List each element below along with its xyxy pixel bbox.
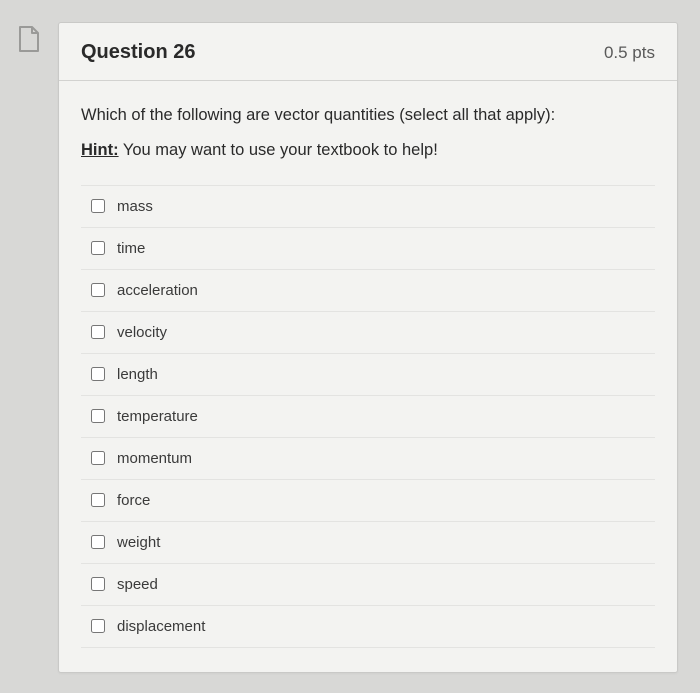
option-checkbox[interactable] <box>91 241 105 255</box>
option-label: mass <box>117 198 153 215</box>
option-label: velocity <box>117 324 167 341</box>
option-row[interactable]: displacement <box>81 606 655 648</box>
option-label: force <box>117 492 150 509</box>
option-label: time <box>117 240 145 257</box>
option-checkbox[interactable] <box>91 451 105 465</box>
question-points: 0.5 pts <box>604 43 655 63</box>
question-header: Question 26 0.5 pts <box>59 23 677 81</box>
option-checkbox[interactable] <box>91 367 105 381</box>
option-row[interactable]: weight <box>81 522 655 564</box>
option-checkbox[interactable] <box>91 619 105 633</box>
option-checkbox[interactable] <box>91 493 105 507</box>
option-row[interactable]: mass <box>81 186 655 228</box>
option-checkbox[interactable] <box>91 325 105 339</box>
option-label: displacement <box>117 618 205 635</box>
option-checkbox[interactable] <box>91 577 105 591</box>
option-label: acceleration <box>117 282 198 299</box>
option-row[interactable]: length <box>81 354 655 396</box>
option-label: temperature <box>117 408 198 425</box>
question-card: Question 26 0.5 pts Which of the followi… <box>58 22 678 673</box>
option-checkbox[interactable] <box>91 535 105 549</box>
option-row[interactable]: force <box>81 480 655 522</box>
option-label: speed <box>117 576 158 593</box>
option-checkbox[interactable] <box>91 409 105 423</box>
option-row[interactable]: temperature <box>81 396 655 438</box>
option-checkbox[interactable] <box>91 283 105 297</box>
option-row[interactable]: velocity <box>81 312 655 354</box>
hint-text: You may want to use your textbook to hel… <box>119 141 438 159</box>
option-label: length <box>117 366 158 383</box>
option-row[interactable]: speed <box>81 564 655 606</box>
option-checkbox[interactable] <box>91 199 105 213</box>
hint-label: Hint: <box>81 141 119 159</box>
question-hint: Hint: You may want to use your textbook … <box>81 138 655 163</box>
option-row[interactable]: acceleration <box>81 270 655 312</box>
options-list: mass time acceleration velocity length t… <box>81 185 655 648</box>
option-row[interactable]: momentum <box>81 438 655 480</box>
option-label: weight <box>117 534 160 551</box>
option-label: momentum <box>117 450 192 467</box>
option-row[interactable]: time <box>81 228 655 270</box>
question-prompt: Which of the following are vector quanti… <box>81 103 655 128</box>
question-body: Which of the following are vector quanti… <box>59 81 677 672</box>
page-outline-icon <box>18 26 40 52</box>
question-title: Question 26 <box>81 41 195 64</box>
